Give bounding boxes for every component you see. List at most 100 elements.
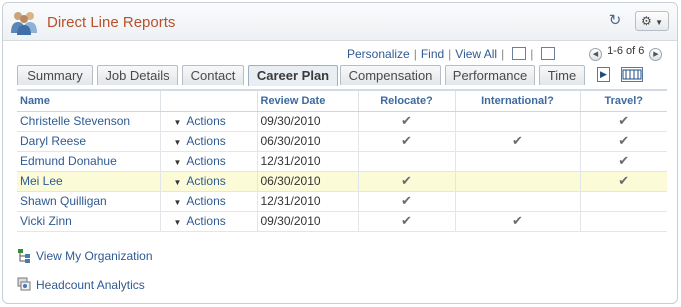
travel-cell: ✔ xyxy=(580,151,667,172)
tab-contact[interactable]: Contact xyxy=(182,65,244,85)
actions-cell: ▼ Actions xyxy=(160,211,258,232)
international-cell xyxy=(455,191,581,212)
review-date-cell: 06/30/2010 xyxy=(257,131,359,152)
actions-menu-link[interactable]: Actions xyxy=(186,114,225,128)
actions-menu-link[interactable]: Actions xyxy=(186,134,225,148)
column-header-actions xyxy=(160,91,258,112)
actions-menu-link[interactable]: Actions xyxy=(186,174,225,188)
relocate-cell: ✔ xyxy=(358,171,456,192)
refresh-icon[interactable]: ↻ xyxy=(607,13,623,29)
international-cell: ✔ xyxy=(455,211,581,232)
dropdown-triangle-icon[interactable]: ▼ xyxy=(174,178,182,187)
find-link[interactable]: Find xyxy=(421,47,444,61)
headcount-analytics-link[interactable]: Headcount Analytics xyxy=(17,277,145,292)
view-all-link[interactable]: View All xyxy=(455,47,497,61)
view-my-organization-link[interactable]: View My Organization xyxy=(17,248,153,263)
tab-bar: Summary Job Details Contact Career Plan … xyxy=(17,65,667,86)
pagination: ◀ 1-6 of 6 ▶ xyxy=(589,45,663,61)
pagelet-options-button[interactable]: ⚙ ▼ xyxy=(635,11,669,31)
name-cell: Edmund Donahue xyxy=(17,151,161,172)
table-row: Christelle Stevenson ▼ Actions 09/30/2010 ✔ ✔ xyxy=(17,111,667,132)
checkmark-icon: ✔ xyxy=(401,173,412,188)
column-header-international[interactable]: International? xyxy=(455,91,581,112)
checkmark-icon: ✔ xyxy=(401,193,412,208)
employee-name-link[interactable]: Mei Lee xyxy=(20,174,63,188)
tab-compensation[interactable]: Compensation xyxy=(340,65,441,85)
checkmark-icon: ✔ xyxy=(618,133,630,148)
tab-job-details[interactable]: Job Details xyxy=(97,65,178,85)
chevron-down-icon: ▼ xyxy=(655,18,664,27)
actions-cell: ▼ Actions xyxy=(160,171,258,192)
review-date-cell: 12/31/2010 xyxy=(257,151,359,172)
name-cell: Mei Lee xyxy=(17,171,161,192)
tab-summary[interactable]: Summary xyxy=(17,65,93,85)
travel-cell: ✔ xyxy=(580,171,667,192)
dropdown-triangle-icon[interactable]: ▼ xyxy=(174,218,182,227)
column-header-travel[interactable]: Travel? xyxy=(580,91,667,112)
grid-toolbar: Personalize | Find | View All | | ◀ 1-6 of 6 ▶ xyxy=(3,45,677,63)
previous-page-icon[interactable]: ◀ xyxy=(589,48,602,61)
dropdown-triangle-icon[interactable]: ▼ xyxy=(174,138,182,147)
review-date-cell: 09/30/2010 xyxy=(257,111,359,132)
actions-cell: ▼ Actions xyxy=(160,131,258,152)
show-more-tabs-icon[interactable]: ▶ xyxy=(597,67,610,82)
actions-menu-link[interactable]: Actions xyxy=(186,154,225,168)
checkmark-icon: ✔ xyxy=(401,113,412,128)
employee-name-link[interactable]: Shawn Quilligan xyxy=(20,194,107,208)
pagination-label: 1-6 of 6 xyxy=(607,45,645,57)
show-all-columns-icon[interactable] xyxy=(621,67,643,82)
name-cell: Christelle Stevenson xyxy=(17,111,161,132)
relocate-cell xyxy=(358,151,456,172)
table-row: Edmund Donahue ▼ Actions 12/31/2010 ✔ xyxy=(17,151,667,172)
actions-menu-link[interactable]: Actions xyxy=(186,194,225,208)
view-my-organization-label: View My Organization xyxy=(36,249,153,263)
relocate-cell: ✔ xyxy=(358,191,456,212)
employee-name-link[interactable]: Christelle Stevenson xyxy=(20,114,130,128)
international-cell: ✔ xyxy=(455,131,581,152)
travel-cell: ✔ xyxy=(580,131,667,152)
employee-name-link[interactable]: Daryl Reese xyxy=(20,134,86,148)
review-date-cell: 06/30/2010 xyxy=(257,171,359,192)
checkmark-icon: ✔ xyxy=(401,133,412,148)
column-header-review-date[interactable]: Review Date xyxy=(257,91,359,112)
relocate-cell: ✔ xyxy=(358,131,456,152)
employee-name-link[interactable]: Edmund Donahue xyxy=(20,154,117,168)
table-row: Daryl Reese ▼ Actions 06/30/2010 ✔ ✔ ✔ xyxy=(17,131,667,152)
checkmark-icon: ✔ xyxy=(512,213,523,228)
dropdown-triangle-icon[interactable]: ▼ xyxy=(174,198,182,207)
next-page-icon[interactable]: ▶ xyxy=(649,48,663,61)
zoom-icon[interactable] xyxy=(512,47,527,60)
table-row: Shawn Quilligan ▼ Actions 12/31/2010 ✔ xyxy=(17,191,667,212)
checkmark-icon: ✔ xyxy=(401,213,412,228)
actions-cell: ▼ Actions xyxy=(160,111,258,132)
actions-menu-link[interactable]: Actions xyxy=(186,214,225,228)
employee-name-link[interactable]: Vicki Zinn xyxy=(20,214,72,228)
download-grid-icon[interactable] xyxy=(541,47,556,60)
name-cell: Daryl Reese xyxy=(17,131,161,152)
relocate-cell: ✔ xyxy=(358,211,456,232)
analytics-icon xyxy=(17,277,32,292)
gear-icon: ⚙ xyxy=(640,14,652,28)
checkmark-icon: ✔ xyxy=(618,113,630,128)
name-cell: Shawn Quilligan xyxy=(17,191,161,212)
checkmark-icon: ✔ xyxy=(618,173,630,188)
international-cell xyxy=(455,111,581,132)
org-chart-icon xyxy=(17,248,32,263)
dropdown-triangle-icon[interactable]: ▼ xyxy=(174,158,182,167)
tab-career-plan[interactable]: Career Plan xyxy=(248,65,338,86)
travel-cell xyxy=(580,211,667,232)
dropdown-triangle-icon[interactable]: ▼ xyxy=(174,118,182,127)
reports-grid: Name Review Date Relocate? International… xyxy=(17,89,667,232)
review-date-cell: 12/31/2010 xyxy=(257,191,359,212)
column-header-relocate[interactable]: Relocate? xyxy=(358,91,456,112)
international-cell xyxy=(455,151,581,172)
column-header-name[interactable]: Name xyxy=(17,91,161,112)
pagelet-title: Direct Line Reports xyxy=(47,14,176,31)
actions-cell: ▼ Actions xyxy=(160,191,258,212)
people-icon xyxy=(9,9,39,35)
relocate-cell: ✔ xyxy=(358,111,456,132)
tab-time[interactable]: Time xyxy=(539,65,585,85)
tab-performance[interactable]: Performance xyxy=(445,65,535,85)
personalize-link[interactable]: Personalize xyxy=(347,47,410,61)
pagelet-header: Direct Line Reports ↻ ⚙ ▼ xyxy=(3,3,677,41)
